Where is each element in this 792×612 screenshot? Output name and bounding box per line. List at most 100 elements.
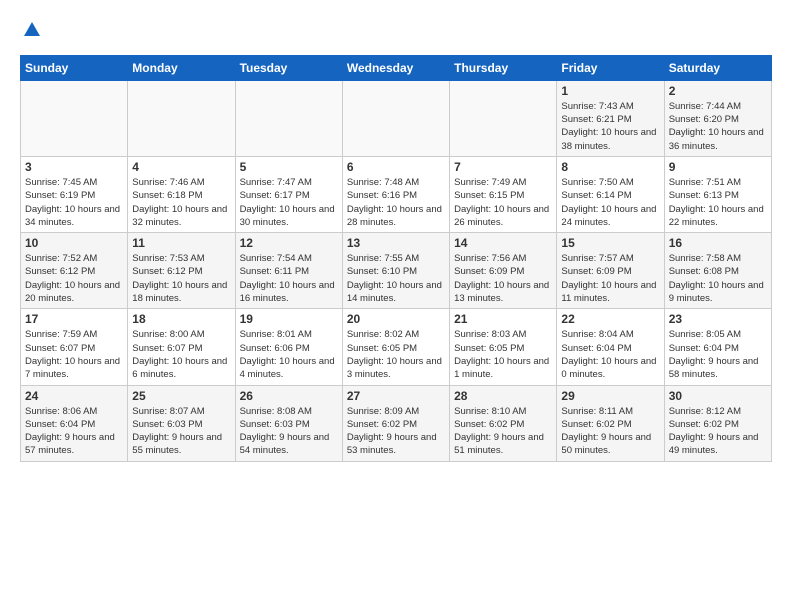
- day-info: Sunrise: 7:44 AM Sunset: 6:20 PM Dayligh…: [669, 100, 767, 153]
- calendar-cell: 10 Sunrise: 7:52 AM Sunset: 6:12 PM Dayli…: [21, 233, 128, 309]
- day-info: Sunrise: 7:49 AM Sunset: 6:15 PM Dayligh…: [454, 176, 552, 229]
- weekday-header: Friday: [557, 55, 664, 80]
- day-info: Sunrise: 8:10 AM Sunset: 6:02 PM Dayligh…: [454, 405, 552, 458]
- day-number: 23: [669, 312, 767, 326]
- day-number: 25: [132, 389, 230, 403]
- calendar-week-row: 24 Sunrise: 8:06 AM Sunset: 6:04 PM Dayli…: [21, 385, 772, 461]
- calendar-cell: 28 Sunrise: 8:10 AM Sunset: 6:02 PM Dayli…: [450, 385, 557, 461]
- day-info: Sunrise: 8:01 AM Sunset: 6:06 PM Dayligh…: [240, 328, 338, 381]
- calendar-cell: 8Sunrise: 7:50 AM Sunset: 6:14 PM Daylig…: [557, 156, 664, 232]
- calendar-cell: 20 Sunrise: 8:02 AM Sunset: 6:05 PM Dayli…: [342, 309, 449, 385]
- calendar-week-row: 1Sunrise: 7:43 AM Sunset: 6:21 PM Daylig…: [21, 80, 772, 156]
- day-info: Sunrise: 8:12 AM Sunset: 6:02 PM Dayligh…: [669, 405, 767, 458]
- calendar-cell: 13 Sunrise: 7:55 AM Sunset: 6:10 PM Dayli…: [342, 233, 449, 309]
- calendar-cell: 12 Sunrise: 7:54 AM Sunset: 6:11 PM Dayli…: [235, 233, 342, 309]
- day-info: Sunrise: 8:04 AM Sunset: 6:04 PM Dayligh…: [561, 328, 659, 381]
- day-info: Sunrise: 8:00 AM Sunset: 6:07 PM Dayligh…: [132, 328, 230, 381]
- calendar-cell: [342, 80, 449, 156]
- day-info: Sunrise: 7:54 AM Sunset: 6:11 PM Dayligh…: [240, 252, 338, 305]
- calendar-cell: 24 Sunrise: 8:06 AM Sunset: 6:04 PM Dayli…: [21, 385, 128, 461]
- day-info: Sunrise: 7:45 AM Sunset: 6:19 PM Dayligh…: [25, 176, 123, 229]
- day-number: 6: [347, 160, 445, 174]
- calendar-cell: 21 Sunrise: 8:03 AM Sunset: 6:05 PM Dayli…: [450, 309, 557, 385]
- day-number: 22: [561, 312, 659, 326]
- calendar-week-row: 17Sunrise: 7:59 AM Sunset: 6:07 PM Dayli…: [21, 309, 772, 385]
- calendar-cell: 18 Sunrise: 8:00 AM Sunset: 6:07 PM Dayli…: [128, 309, 235, 385]
- calendar-cell: 16Sunrise: 7:58 AM Sunset: 6:08 PM Dayli…: [664, 233, 771, 309]
- day-number: 10: [25, 236, 123, 250]
- day-number: 5: [240, 160, 338, 174]
- day-number: 30: [669, 389, 767, 403]
- day-info: Sunrise: 8:03 AM Sunset: 6:05 PM Dayligh…: [454, 328, 552, 381]
- day-number: 9: [669, 160, 767, 174]
- calendar-cell: 2 Sunrise: 7:44 AM Sunset: 6:20 PM Daylig…: [664, 80, 771, 156]
- day-info: Sunrise: 7:46 AM Sunset: 6:18 PM Dayligh…: [132, 176, 230, 229]
- calendar-cell: 22 Sunrise: 8:04 AM Sunset: 6:04 PM Dayli…: [557, 309, 664, 385]
- day-number: 21: [454, 312, 552, 326]
- day-number: 8: [561, 160, 659, 174]
- day-number: 19: [240, 312, 338, 326]
- day-info: Sunrise: 8:08 AM Sunset: 6:03 PM Dayligh…: [240, 405, 338, 458]
- calendar-cell: 7 Sunrise: 7:49 AM Sunset: 6:15 PM Daylig…: [450, 156, 557, 232]
- weekday-header: Wednesday: [342, 55, 449, 80]
- day-info: Sunrise: 7:57 AM Sunset: 6:09 PM Dayligh…: [561, 252, 659, 305]
- day-info: Sunrise: 8:11 AM Sunset: 6:02 PM Dayligh…: [561, 405, 659, 458]
- weekday-header: Tuesday: [235, 55, 342, 80]
- calendar-cell: 23 Sunrise: 8:05 AM Sunset: 6:04 PM Dayli…: [664, 309, 771, 385]
- day-info: Sunrise: 8:06 AM Sunset: 6:04 PM Dayligh…: [25, 405, 123, 458]
- calendar-cell: 25 Sunrise: 8:07 AM Sunset: 6:03 PM Dayli…: [128, 385, 235, 461]
- calendar-week-row: 10 Sunrise: 7:52 AM Sunset: 6:12 PM Dayli…: [21, 233, 772, 309]
- day-info: Sunrise: 7:59 AM Sunset: 6:07 PM Dayligh…: [25, 328, 123, 381]
- day-number: 13: [347, 236, 445, 250]
- calendar-cell: 17Sunrise: 7:59 AM Sunset: 6:07 PM Dayli…: [21, 309, 128, 385]
- day-info: Sunrise: 7:56 AM Sunset: 6:09 PM Dayligh…: [454, 252, 552, 305]
- day-number: 15: [561, 236, 659, 250]
- calendar-cell: 3 Sunrise: 7:45 AM Sunset: 6:19 PM Daylig…: [21, 156, 128, 232]
- day-info: Sunrise: 7:47 AM Sunset: 6:17 PM Dayligh…: [240, 176, 338, 229]
- day-number: 3: [25, 160, 123, 174]
- calendar-cell: [128, 80, 235, 156]
- calendar-cell: 27 Sunrise: 8:09 AM Sunset: 6:02 PM Dayli…: [342, 385, 449, 461]
- day-number: 16: [669, 236, 767, 250]
- calendar-week-row: 3 Sunrise: 7:45 AM Sunset: 6:19 PM Daylig…: [21, 156, 772, 232]
- day-info: Sunrise: 8:07 AM Sunset: 6:03 PM Dayligh…: [132, 405, 230, 458]
- day-number: 26: [240, 389, 338, 403]
- day-number: 14: [454, 236, 552, 250]
- day-number: 28: [454, 389, 552, 403]
- day-info: Sunrise: 8:05 AM Sunset: 6:04 PM Dayligh…: [669, 328, 767, 381]
- day-number: 12: [240, 236, 338, 250]
- day-info: Sunrise: 8:02 AM Sunset: 6:05 PM Dayligh…: [347, 328, 445, 381]
- calendar-cell: 4 Sunrise: 7:46 AM Sunset: 6:18 PM Daylig…: [128, 156, 235, 232]
- weekday-header: Monday: [128, 55, 235, 80]
- calendar-cell: 14 Sunrise: 7:56 AM Sunset: 6:09 PM Dayli…: [450, 233, 557, 309]
- day-info: Sunrise: 7:51 AM Sunset: 6:13 PM Dayligh…: [669, 176, 767, 229]
- day-info: Sunrise: 7:52 AM Sunset: 6:12 PM Dayligh…: [25, 252, 123, 305]
- day-number: 18: [132, 312, 230, 326]
- page: SundayMondayTuesdayWednesdayThursdayFrid…: [0, 0, 792, 472]
- day-number: 2: [669, 84, 767, 98]
- logo: [20, 20, 42, 45]
- day-number: 24: [25, 389, 123, 403]
- day-number: 20: [347, 312, 445, 326]
- day-number: 11: [132, 236, 230, 250]
- day-number: 7: [454, 160, 552, 174]
- day-info: Sunrise: 7:55 AM Sunset: 6:10 PM Dayligh…: [347, 252, 445, 305]
- header: [20, 16, 772, 45]
- day-info: Sunrise: 7:48 AM Sunset: 6:16 PM Dayligh…: [347, 176, 445, 229]
- day-info: Sunrise: 7:53 AM Sunset: 6:12 PM Dayligh…: [132, 252, 230, 305]
- day-number: 4: [132, 160, 230, 174]
- calendar-cell: 19 Sunrise: 8:01 AM Sunset: 6:06 PM Dayli…: [235, 309, 342, 385]
- calendar-cell: 11 Sunrise: 7:53 AM Sunset: 6:12 PM Dayli…: [128, 233, 235, 309]
- day-info: Sunrise: 8:09 AM Sunset: 6:02 PM Dayligh…: [347, 405, 445, 458]
- calendar-cell: 26 Sunrise: 8:08 AM Sunset: 6:03 PM Dayli…: [235, 385, 342, 461]
- calendar-cell: 29 Sunrise: 8:11 AM Sunset: 6:02 PM Dayli…: [557, 385, 664, 461]
- weekday-header: Saturday: [664, 55, 771, 80]
- calendar: SundayMondayTuesdayWednesdayThursdayFrid…: [20, 55, 772, 462]
- day-number: 27: [347, 389, 445, 403]
- day-info: Sunrise: 7:43 AM Sunset: 6:21 PM Dayligh…: [561, 100, 659, 153]
- day-number: 29: [561, 389, 659, 403]
- calendar-cell: 1Sunrise: 7:43 AM Sunset: 6:21 PM Daylig…: [557, 80, 664, 156]
- calendar-cell: 6 Sunrise: 7:48 AM Sunset: 6:16 PM Daylig…: [342, 156, 449, 232]
- calendar-cell: [450, 80, 557, 156]
- weekday-header: Sunday: [21, 55, 128, 80]
